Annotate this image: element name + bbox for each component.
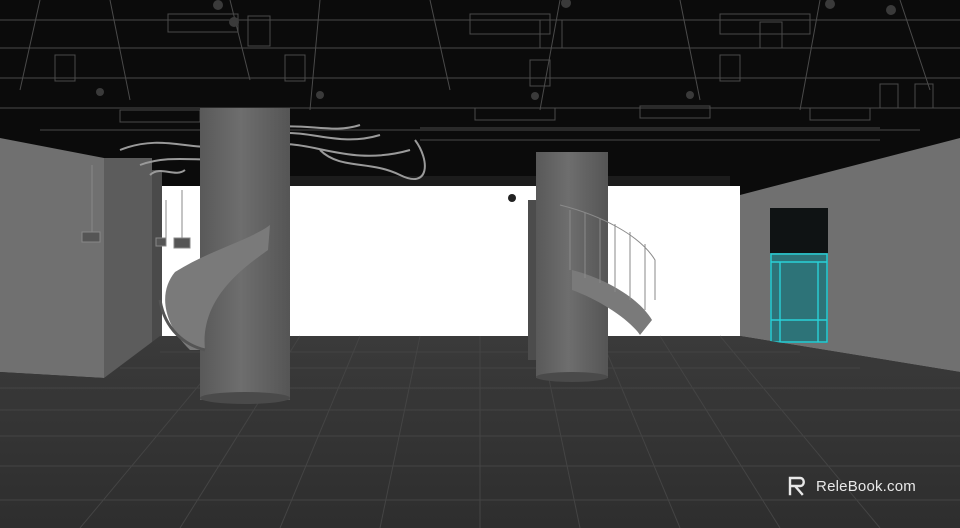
- mesh-panel: [528, 200, 536, 360]
- left-wall: [0, 138, 104, 378]
- doorway-top: [770, 208, 828, 253]
- ceiling-beam: [290, 176, 730, 186]
- column-left-base: [200, 392, 290, 404]
- glass-door: [770, 253, 828, 343]
- relebook-logo-icon: [788, 476, 810, 496]
- column-right: [536, 152, 608, 378]
- interior-render: [0, 0, 960, 528]
- watermark-brand-text: ReleBook.com: [816, 477, 916, 495]
- left-partition: [104, 158, 152, 378]
- watermark: ReleBook.com: [788, 476, 916, 496]
- column-right-base: [536, 372, 608, 382]
- render-viewport: ReleBook.com: [0, 0, 960, 528]
- hanging-lamp: [508, 194, 516, 202]
